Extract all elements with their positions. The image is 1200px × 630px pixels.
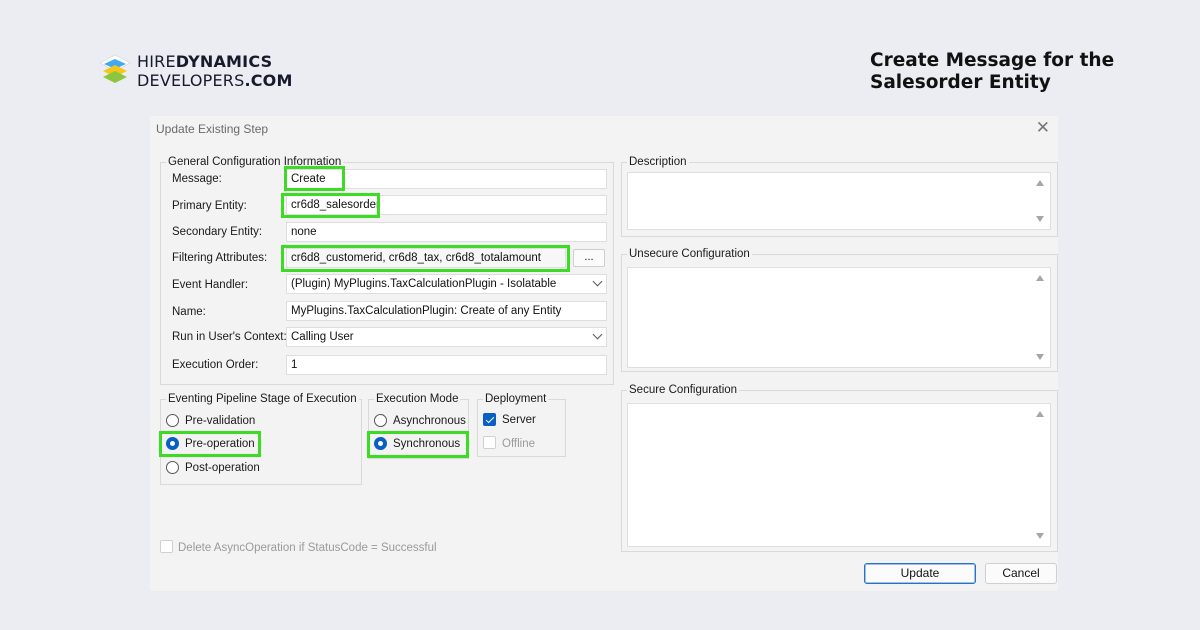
secure-config-textarea[interactable] [627,403,1051,547]
name-field[interactable]: MyPlugins.TaxCalculationPlugin: Create o… [286,301,607,321]
name-label: Name: [172,306,206,318]
chevron-down-icon [592,276,603,287]
secondary-entity-field[interactable]: none [286,222,607,242]
offline-checkbox[interactable] [483,436,496,449]
filtering-attributes-button[interactable]: ... [573,249,605,267]
asynchronous-label: Asynchronous [393,415,466,427]
filtering-attributes-label: Filtering Attributes: [172,252,268,264]
brand-hire: HIRE [137,52,176,71]
brand-dynamics: DYNAMICS [175,52,273,71]
scroll-up-icon[interactable] [1036,180,1044,186]
user-context-select[interactable]: Calling User [286,327,607,347]
user-context-label: Run in User's Context: [172,331,287,343]
execution-order-label: Execution Order: [172,359,259,371]
message-label: Message: [172,173,222,185]
pre-validation-label: Pre-validation [185,415,256,427]
pre-validation-radio[interactable] [166,414,179,427]
brand-developers: DEVELOPERS [137,71,245,90]
unsecure-config-textarea[interactable] [627,267,1051,368]
cancel-button[interactable]: Cancel [985,563,1057,584]
scroll-down-icon[interactable] [1036,216,1044,222]
post-operation-label: Post-operation [185,462,260,474]
brand-logo: HIREDYNAMICS DEVELOPERS.COM [98,52,293,90]
execution-order-field[interactable]: 1 [286,355,607,375]
event-handler-value: (Plugin) MyPlugins.TaxCalculationPlugin … [291,278,557,290]
message-highlight [284,166,345,191]
user-context-value: Calling User [291,331,354,343]
page-headline: Create Message for the Salesorder Entity [870,50,1115,93]
event-handler-select[interactable]: (Plugin) MyPlugins.TaxCalculationPlugin … [286,274,607,294]
chevron-down-icon [592,329,603,340]
synchronous-highlight [367,431,469,458]
deployment-legend: Deployment [483,393,549,406]
close-icon[interactable]: ✕ [1036,119,1050,137]
update-step-dialog: Update Existing Step ✕ General Configura… [150,116,1058,591]
secure-config-legend: Secure Configuration [627,384,740,397]
update-button[interactable]: Update [864,563,976,584]
delete-async-checkbox[interactable] [160,540,173,553]
filtering-attributes-highlight [281,245,570,272]
primary-entity-label: Primary Entity: [172,200,247,212]
pipeline-stage-legend: Eventing Pipeline Stage of Execution [166,393,359,406]
post-operation-radio[interactable] [166,461,179,474]
unsecure-config-legend: Unsecure Configuration [627,248,752,261]
dialog-title: Update Existing Step [156,122,269,136]
description-textarea[interactable] [627,172,1051,230]
scroll-up-icon[interactable] [1036,411,1044,417]
delete-async-label: Delete AsyncOperation if StatusCode = Su… [178,542,437,554]
server-checkbox[interactable] [483,413,496,426]
scroll-up-icon[interactable] [1036,275,1044,281]
pre-operation-highlight [159,431,261,457]
event-handler-label: Event Handler: [172,279,249,291]
server-label: Server [502,414,536,426]
scroll-down-icon[interactable] [1036,533,1044,539]
offline-label: Offline [502,438,536,450]
primary-entity-highlight [281,193,380,218]
description-legend: Description [627,156,689,169]
execution-mode-legend: Execution Mode [374,393,461,406]
logo-mark-icon [99,54,131,83]
asynchronous-radio[interactable] [374,414,387,427]
secondary-entity-label: Secondary Entity: [172,226,263,238]
brand-com: .COM [244,71,293,90]
scroll-down-icon[interactable] [1036,354,1044,360]
